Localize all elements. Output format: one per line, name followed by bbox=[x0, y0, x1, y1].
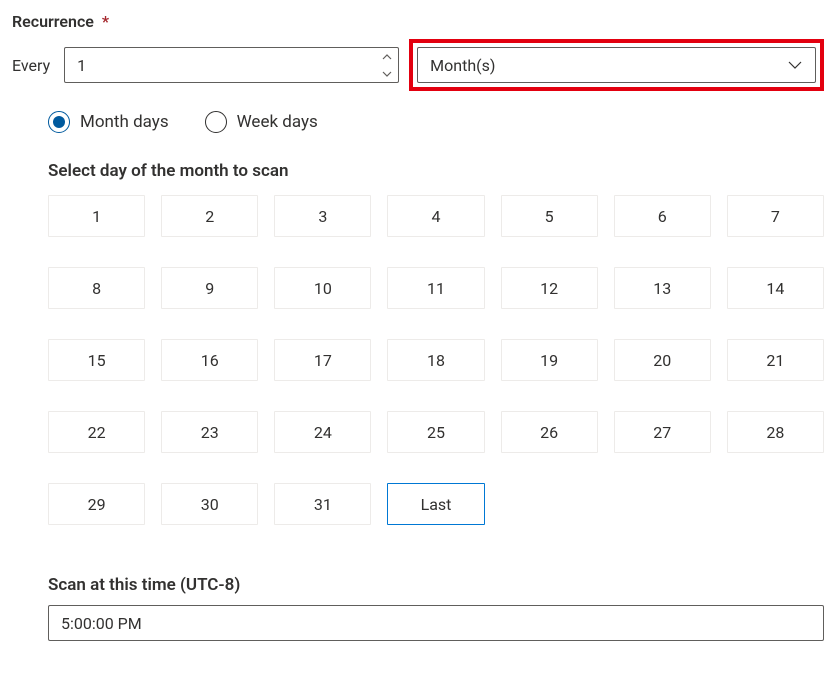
recurrence-title-text: Recurrence bbox=[12, 12, 94, 31]
day-cell[interactable]: 23 bbox=[161, 411, 258, 453]
days-grid: 1234567891011121314151617181920212223242… bbox=[48, 195, 824, 525]
every-count-input[interactable] bbox=[64, 47, 399, 83]
chevron-down-icon bbox=[382, 71, 392, 77]
day-cell[interactable]: 27 bbox=[614, 411, 711, 453]
scan-time-input[interactable] bbox=[48, 605, 824, 641]
day-cell[interactable]: 7 bbox=[727, 195, 824, 237]
day-cell[interactable]: 12 bbox=[501, 267, 598, 309]
unit-dropdown-value: Month(s) bbox=[430, 56, 495, 75]
radio-week-days-label: Week days bbox=[237, 112, 318, 132]
month-days-subsection: Select day of the month to scan 12345678… bbox=[12, 161, 824, 641]
required-asterisk: * bbox=[102, 12, 109, 31]
day-cell[interactable]: 3 bbox=[274, 195, 371, 237]
spinner-up-button[interactable] bbox=[376, 48, 398, 65]
day-cell[interactable]: 8 bbox=[48, 267, 145, 309]
day-cell[interactable]: 18 bbox=[387, 339, 484, 381]
radio-circle-icon bbox=[205, 111, 227, 133]
day-cell[interactable]: Last bbox=[387, 483, 484, 525]
day-cell[interactable]: 29 bbox=[48, 483, 145, 525]
radio-dot-icon bbox=[53, 116, 65, 128]
day-cell[interactable]: 20 bbox=[614, 339, 711, 381]
day-cell[interactable]: 21 bbox=[727, 339, 824, 381]
day-cell[interactable]: 11 bbox=[387, 267, 484, 309]
day-cell[interactable]: 6 bbox=[614, 195, 711, 237]
day-cell[interactable]: 25 bbox=[387, 411, 484, 453]
radio-circle-selected-icon bbox=[48, 111, 70, 133]
every-label: Every bbox=[12, 56, 50, 75]
chevron-down-icon bbox=[785, 55, 805, 75]
day-cell[interactable]: 2 bbox=[161, 195, 258, 237]
day-cell[interactable]: 31 bbox=[274, 483, 371, 525]
day-type-radio-group: Month days Week days bbox=[12, 111, 824, 133]
spinner-buttons bbox=[376, 48, 398, 82]
radio-month-days-label: Month days bbox=[80, 112, 169, 132]
chevron-up-icon bbox=[382, 54, 392, 60]
unit-dropdown[interactable]: Month(s) bbox=[417, 47, 816, 83]
every-row: Every Month(s) bbox=[12, 39, 824, 91]
radio-month-days[interactable]: Month days bbox=[48, 111, 169, 133]
scan-time-field bbox=[48, 605, 824, 641]
day-cell[interactable]: 22 bbox=[48, 411, 145, 453]
day-cell[interactable]: 13 bbox=[614, 267, 711, 309]
day-cell[interactable]: 28 bbox=[727, 411, 824, 453]
day-cell[interactable]: 17 bbox=[274, 339, 371, 381]
recurrence-title: Recurrence * bbox=[12, 12, 824, 31]
spinner-down-button[interactable] bbox=[376, 65, 398, 82]
day-cell[interactable]: 4 bbox=[387, 195, 484, 237]
day-cell[interactable]: 5 bbox=[501, 195, 598, 237]
day-cell[interactable]: 1 bbox=[48, 195, 145, 237]
every-count-spinner[interactable] bbox=[64, 47, 399, 83]
day-cell[interactable]: 30 bbox=[161, 483, 258, 525]
day-cell[interactable]: 14 bbox=[727, 267, 824, 309]
select-day-title: Select day of the month to scan bbox=[48, 161, 824, 181]
radio-week-days[interactable]: Week days bbox=[205, 111, 318, 133]
day-cell[interactable]: 16 bbox=[161, 339, 258, 381]
day-cell[interactable]: 10 bbox=[274, 267, 371, 309]
day-cell[interactable]: 24 bbox=[274, 411, 371, 453]
day-cell[interactable]: 26 bbox=[501, 411, 598, 453]
unit-dropdown-highlight: Month(s) bbox=[409, 39, 824, 91]
day-cell[interactable]: 19 bbox=[501, 339, 598, 381]
day-cell[interactable]: 9 bbox=[161, 267, 258, 309]
day-cell[interactable]: 15 bbox=[48, 339, 145, 381]
scan-time-label: Scan at this time (UTC-8) bbox=[48, 575, 824, 595]
